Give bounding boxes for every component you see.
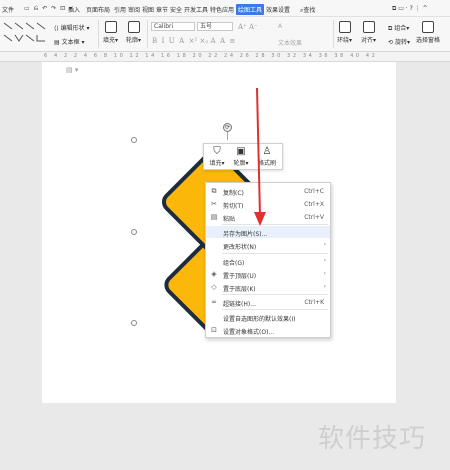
red-annotation-arrow bbox=[254, 87, 266, 226]
watermark-text: 软件技巧 bbox=[318, 424, 427, 454]
